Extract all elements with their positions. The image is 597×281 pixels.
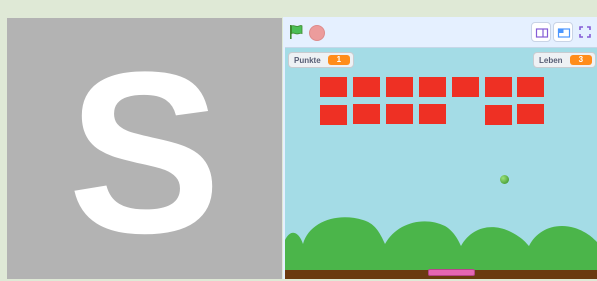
score-monitor: Punkte 1 xyxy=(288,52,355,68)
normal-stage-button[interactable] xyxy=(553,22,573,42)
lives-value: 3 xyxy=(569,55,593,65)
small-stage-button[interactable] xyxy=(531,22,551,42)
brick xyxy=(320,77,347,97)
fullscreen-icon xyxy=(579,26,591,38)
brick xyxy=(419,77,446,97)
fullscreen-button[interactable] xyxy=(575,22,595,42)
stop-sign-icon[interactable] xyxy=(309,25,325,41)
small-stage-icon xyxy=(535,28,549,38)
thumbnail-letter: S xyxy=(67,23,222,281)
brick xyxy=(419,104,446,124)
brick xyxy=(517,104,544,124)
brick xyxy=(353,77,380,97)
ball xyxy=(500,175,509,184)
thumbnail-panel: S xyxy=(7,18,282,279)
brick xyxy=(386,104,413,124)
brick xyxy=(320,105,347,125)
brick xyxy=(353,104,380,124)
brick xyxy=(485,77,512,97)
brick xyxy=(452,77,479,97)
brick xyxy=(517,77,544,97)
score-value: 1 xyxy=(327,55,351,65)
game-stage[interactable]: Punkte 1 Leben 3 xyxy=(285,47,597,279)
scratch-player: Punkte 1 Leben 3 xyxy=(283,17,597,279)
hills-background xyxy=(285,217,597,279)
brick xyxy=(485,105,512,125)
normal-stage-icon xyxy=(557,28,571,38)
green-flag-icon[interactable] xyxy=(288,24,304,40)
lives-monitor: Leben 3 xyxy=(533,52,597,68)
lives-label: Leben xyxy=(539,55,563,65)
brick xyxy=(386,77,413,97)
score-label: Punkte xyxy=(294,55,321,65)
paddle[interactable] xyxy=(428,269,475,276)
stage-toolbar xyxy=(283,17,597,47)
